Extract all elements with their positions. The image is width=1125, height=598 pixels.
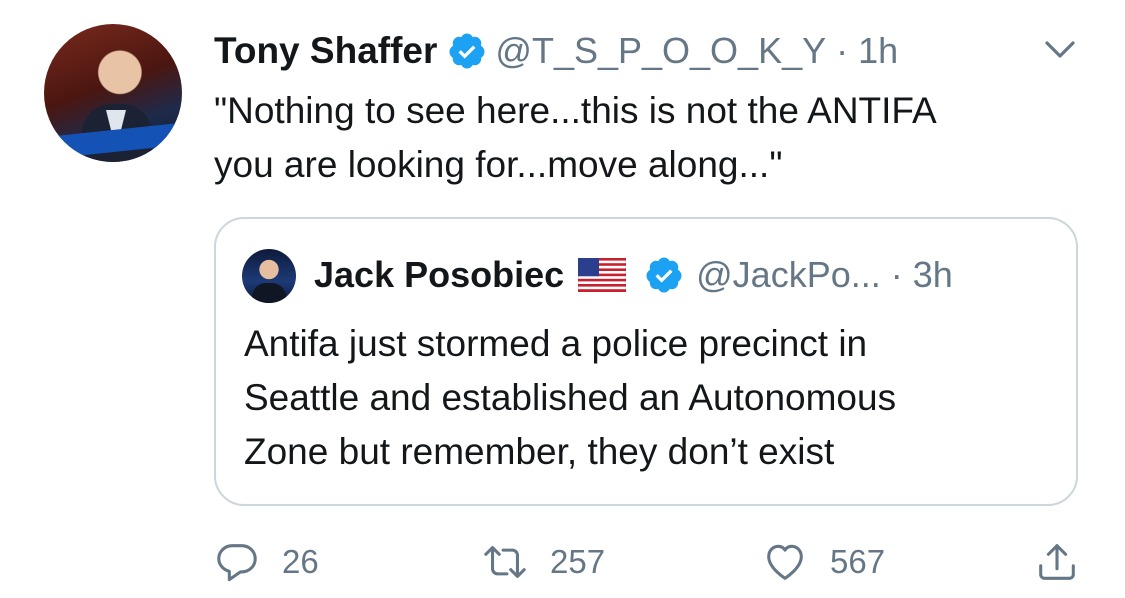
- author-header: Tony Shaffer @T_S_P_O_O_K_Y · 1h: [214, 28, 898, 74]
- quoted-tweet-card[interactable]: Jack Posobiec @JackPo... · 3h Antifa jus…: [214, 217, 1078, 506]
- quoted-text-line: Antifa just stormed a police precinct in: [244, 323, 868, 364]
- like-button[interactable]: 567: [762, 534, 885, 590]
- tweet-text-line: you are looking for...move along...": [214, 144, 783, 185]
- us-flag-icon: [578, 258, 627, 292]
- chevron-down-icon[interactable]: [1040, 34, 1080, 64]
- quoted-tweet-text: Antifa just stormed a police precinct in…: [244, 317, 1064, 479]
- share-button[interactable]: [1034, 534, 1080, 590]
- tweet-text: "Nothing to see here...this is not the A…: [214, 84, 1094, 192]
- tweet-action-bar: 26 257 567: [214, 534, 1084, 590]
- quoted-tweet-timestamp: 3h: [912, 254, 953, 295]
- retweet-icon: [484, 546, 526, 578]
- author-avatar[interactable]: [44, 24, 182, 162]
- quoted-author-display-name: Jack Posobiec: [314, 254, 565, 295]
- tweet-timestamp[interactable]: 1h: [858, 30, 898, 72]
- like-count: 567: [830, 543, 886, 580]
- quoted-author-handle: @JackPo...: [696, 254, 881, 295]
- separator-dot: ·: [836, 30, 849, 71]
- retweet-button[interactable]: 257: [482, 534, 605, 590]
- reply-count: 26: [282, 543, 319, 580]
- quoted-text-line: Zone but remember, they don’t exist: [244, 431, 835, 472]
- quoted-author-avatar[interactable]: [242, 249, 296, 303]
- quoted-avatar-figure: [252, 283, 286, 303]
- retweet-count: 257: [550, 543, 606, 580]
- heart-icon: [767, 544, 803, 580]
- author-display-name[interactable]: Tony Shaffer: [214, 30, 437, 72]
- reply-button[interactable]: 26: [214, 534, 319, 590]
- separator-dot: ·: [890, 254, 903, 295]
- verified-icon: [449, 33, 485, 69]
- verified-icon: [646, 257, 682, 293]
- tweet-text-line: "Nothing to see here...this is not the A…: [214, 90, 937, 131]
- reply-icon: [217, 544, 257, 582]
- quoted-text-line: Seattle and established an Autonomous: [244, 377, 897, 418]
- quoted-author-header: Jack Posobiec @JackPo... · 3h: [314, 251, 953, 299]
- share-icon: [1039, 544, 1075, 580]
- author-handle[interactable]: @T_S_P_O_O_K_Y: [495, 30, 826, 72]
